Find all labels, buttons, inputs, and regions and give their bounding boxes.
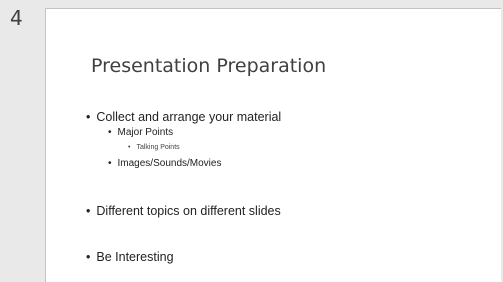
bullet-dot-icon: • <box>128 144 131 151</box>
slide-number: 4 <box>10 6 23 30</box>
bullet-dot-icon: • <box>108 127 112 138</box>
bullet-dot-icon: • <box>108 158 112 169</box>
bullet-level-2: • Images/Sounds/Movies <box>108 158 222 169</box>
bullet-dot-icon: • <box>86 250 91 264</box>
bullet-level-2: • Major Points <box>108 127 174 138</box>
bullet-level-1: • Different topics on different slides <box>86 204 281 218</box>
bullet-dot-icon: • <box>86 110 91 124</box>
bullet-dot-icon: • <box>86 204 91 218</box>
bullet-level-1: • Be Interesting <box>86 250 174 264</box>
slide-thumbnail-pane: 4 Presentation Preparation • Collect and … <box>0 0 503 282</box>
bullet-level-1: • Collect and arrange your material <box>86 110 282 124</box>
slide-thumbnail[interactable]: Presentation Preparation • Collect and ar… <box>45 8 501 282</box>
bullet-level-3: • Talking Points <box>128 144 180 151</box>
slide-title: Presentation Preparation <box>91 55 327 77</box>
